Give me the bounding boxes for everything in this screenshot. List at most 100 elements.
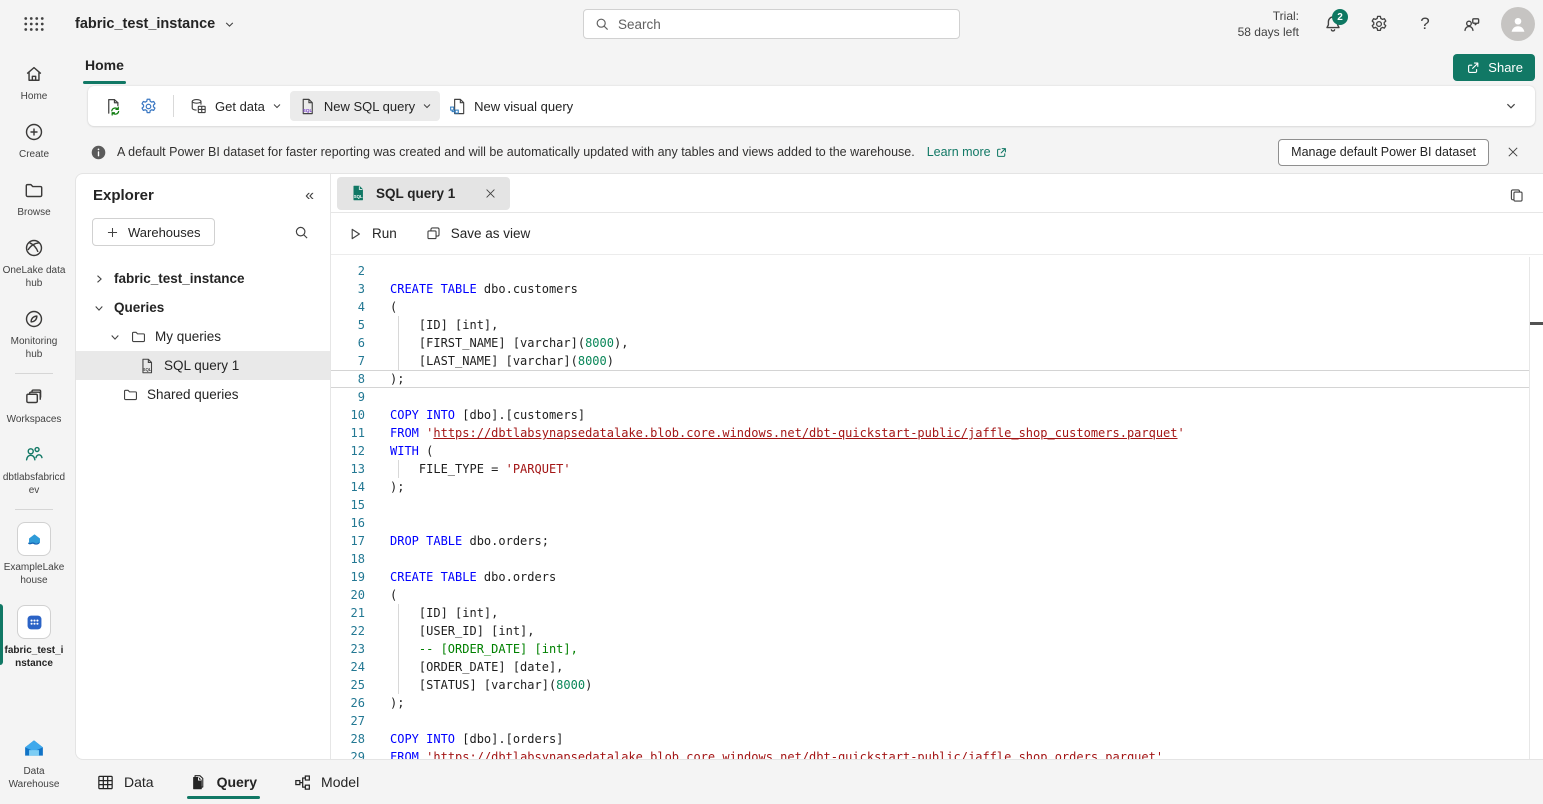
code-line-23[interactable]: 23 -- [ORDER_DATE] [int], <box>331 640 1543 658</box>
code-line-17[interactable]: 17DROP TABLE dbo.orders; <box>331 532 1543 550</box>
line-content: ( <box>390 586 397 604</box>
app-launcher-waffle-icon[interactable] <box>22 13 46 35</box>
copy-icon[interactable] <box>1503 182 1529 208</box>
rail-item-data-warehouse[interactable]: Data Warehouse <box>0 727 68 800</box>
overview-ruler[interactable] <box>1529 257 1530 759</box>
rail-item-examplelakehouse[interactable]: ExampleLakehouse <box>0 513 68 596</box>
global-search[interactable] <box>583 9 960 39</box>
view-tab-query[interactable]: Query <box>190 760 257 804</box>
code-line-29[interactable]: 29FROM 'https://dbtlabsynapsedatalake.bl… <box>331 748 1543 759</box>
notifications-bell-icon[interactable]: 2 <box>1317 8 1349 40</box>
code-line-26[interactable]: 26); <box>331 694 1543 712</box>
code-line-10[interactable]: 10COPY INTO [dbo].[customers] <box>331 406 1543 424</box>
svg-text:SQL: SQL <box>143 367 152 372</box>
code-line-5[interactable]: 5 [ID] [int], <box>331 316 1543 334</box>
code-line-21[interactable]: 21 [ID] [int], <box>331 604 1543 622</box>
code-line-19[interactable]: 19CREATE TABLE dbo.orders <box>331 568 1543 586</box>
new-sql-query-button[interactable]: SQL New SQL query <box>290 91 440 121</box>
rail-item-browse[interactable]: Browse <box>0 170 68 228</box>
code-editor[interactable]: 23CREATE TABLE dbo.customers4(5 [ID] [in… <box>331 257 1543 759</box>
user-avatar[interactable] <box>1501 7 1535 41</box>
query-settings-gear-icon[interactable] <box>131 91 166 121</box>
chevron-down-icon[interactable] <box>92 302 106 314</box>
save-as-view-button[interactable]: Save as view <box>425 225 531 242</box>
line-content: [STATUS] [varchar](8000) <box>390 676 592 694</box>
code-line-18[interactable]: 18 <box>331 550 1543 568</box>
view-tab-data[interactable]: Data <box>96 760 154 804</box>
code-line-16[interactable]: 16 <box>331 514 1543 532</box>
manage-default-dataset-button[interactable]: Manage default Power BI dataset <box>1278 139 1489 166</box>
line-number: 25 <box>331 676 365 694</box>
code-line-25[interactable]: 25 [STATUS] [varchar](8000) <box>331 676 1543 694</box>
rail-item-monitoring-hub[interactable]: Monitoring hub <box>0 299 68 370</box>
collapse-ribbon-chevron-icon[interactable] <box>1495 94 1527 118</box>
code-line-20[interactable]: 20 ( <box>331 586 1543 604</box>
rail-item-fabric-test-instance[interactable]: fabric_test_instance <box>0 596 68 679</box>
code-line-27[interactable]: 27 <box>331 712 1543 730</box>
learn-more-link[interactable]: Learn more <box>927 145 1008 159</box>
external-link-icon <box>995 146 1008 159</box>
code-line-9[interactable]: 9 <box>331 388 1543 406</box>
feedback-icon[interactable] <box>1455 8 1487 40</box>
line-number: 10 <box>331 406 365 424</box>
tree-item-fabric-test-instance[interactable]: fabric_test_instance <box>76 264 330 293</box>
rail-item-workspaces[interactable]: Workspaces <box>0 377 68 435</box>
explorer-panel: Explorer « Warehouses fabric_test_instan… <box>76 174 331 759</box>
workspace-switcher[interactable]: fabric_test_instance <box>75 0 235 48</box>
line-content: [ID] [int], <box>390 316 498 334</box>
tree-item-my-queries[interactable]: My queries <box>76 322 330 351</box>
line-content: WITH ( <box>390 442 433 460</box>
banner-close-icon[interactable] <box>1499 138 1527 166</box>
help-icon[interactable]: ? <box>1409 8 1441 40</box>
code-line-7[interactable]: 7 [LAST_NAME] [varchar](8000) <box>331 352 1543 370</box>
get-data-button[interactable]: Get data <box>181 91 290 121</box>
code-line-15[interactable]: 15 <box>331 496 1543 514</box>
close-tab-icon[interactable] <box>478 181 502 205</box>
sql-file-icon: SQL <box>298 97 317 116</box>
chevron-down-icon[interactable] <box>108 331 122 343</box>
code-line-6[interactable]: 6 [FIRST_NAME] [varchar](8000), <box>331 334 1543 352</box>
code-line-13[interactable]: 13 FILE_TYPE = 'PARQUET' <box>331 460 1543 478</box>
code-line-8[interactable]: 8); <box>331 370 1543 388</box>
code-line-28[interactable]: 28COPY INTO [dbo].[orders] <box>331 730 1543 748</box>
explorer-search-icon[interactable] <box>293 224 310 241</box>
code-line-22[interactable]: 22 [USER_ID] [int], <box>331 622 1543 640</box>
add-warehouses-button[interactable]: Warehouses <box>92 218 215 246</box>
line-number: 8 <box>331 370 365 388</box>
rail-item-home[interactable]: Home <box>0 54 68 112</box>
model-icon <box>293 773 312 792</box>
view-tab-model[interactable]: Model <box>293 760 359 804</box>
code-line-12[interactable]: 12WITH ( <box>331 442 1543 460</box>
chevron-right-icon[interactable] <box>92 273 106 285</box>
rail-item-label: Monitoring hub <box>2 335 66 361</box>
collapse-explorer-icon[interactable]: « <box>305 188 314 204</box>
tree-item-sql-query-1[interactable]: SQLSQL query 1 <box>76 351 330 380</box>
onelake-icon <box>23 237 45 259</box>
line-content: [FIRST_NAME] [varchar](8000), <box>390 334 628 352</box>
code-line-24[interactable]: 24 [ORDER_DATE] [date], <box>331 658 1543 676</box>
tab-home[interactable]: Home <box>83 48 126 82</box>
rail-item-onelake-data-hub[interactable]: OneLake data hub <box>0 228 68 299</box>
sql-file-green-icon: SQL <box>349 184 367 202</box>
search-input[interactable] <box>618 17 949 32</box>
new-visual-query-button[interactable]: New visual query <box>440 91 581 121</box>
line-number: 29 <box>331 748 365 759</box>
refresh-dataset-button[interactable] <box>96 91 131 121</box>
tree-item-shared-queries[interactable]: Shared queries <box>76 380 330 409</box>
tree-item-queries[interactable]: Queries <box>76 293 330 322</box>
code-line-4[interactable]: 4( <box>331 298 1543 316</box>
share-button[interactable]: Share <box>1453 54 1535 81</box>
run-button[interactable]: Run <box>347 226 397 242</box>
code-line-11[interactable]: 11FROM 'https://dbtlabsynapsedatalake.bl… <box>331 424 1543 442</box>
line-content: [ID] [int], <box>390 604 498 622</box>
tab-sql-query-1[interactable]: SQL SQL query 1 <box>337 177 510 210</box>
line-content: ); <box>390 694 404 712</box>
code-line-14[interactable]: 14); <box>331 478 1543 496</box>
code-line-3[interactable]: 3CREATE TABLE dbo.customers <box>331 280 1543 298</box>
rail-item-create[interactable]: Create <box>0 112 68 170</box>
code-line-2[interactable]: 2 <box>331 262 1543 280</box>
line-number: 20 <box>331 586 365 604</box>
rail-item-label: Create <box>19 148 49 161</box>
settings-gear-icon[interactable] <box>1363 8 1395 40</box>
rail-item-dbtlabsfabricdev[interactable]: dbtlabsfabricdev <box>0 435 68 506</box>
